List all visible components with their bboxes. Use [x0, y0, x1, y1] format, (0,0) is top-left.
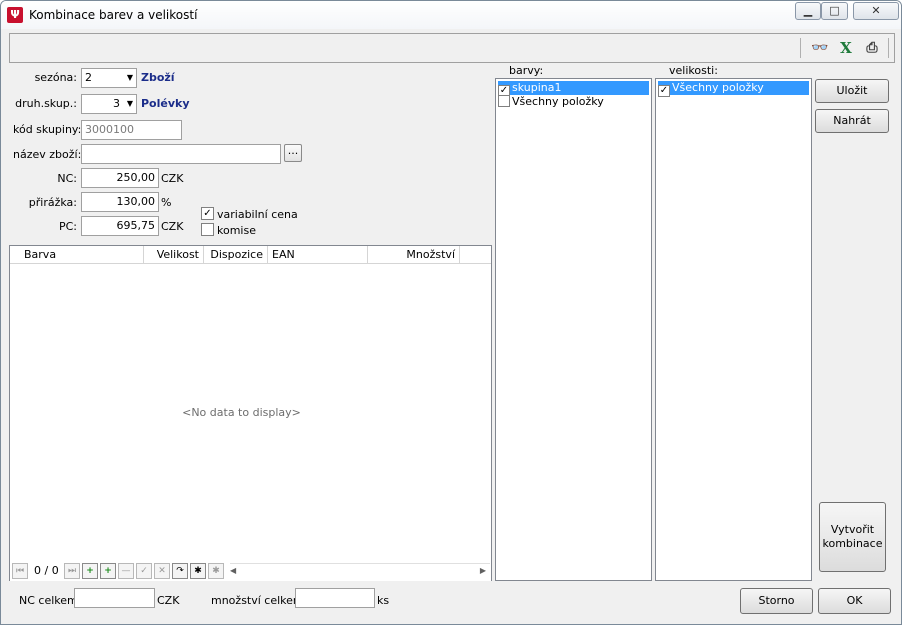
vytvorit-kombinace-button[interactable]: Vytvořit kombinace — [819, 502, 886, 572]
variabilni-checkbox[interactable]: ✓ — [201, 207, 214, 220]
dropdown-arrow-icon: ▼ — [126, 99, 133, 108]
kod-field[interactable]: 3000100 — [81, 120, 182, 140]
maximize-button[interactable]: □ — [821, 2, 848, 20]
velikosti-label: velikosti: — [669, 64, 718, 77]
prirazka-field[interactable]: 130,00 — [81, 192, 159, 212]
nc-celkem-label: NC celkem: — [19, 594, 82, 607]
sezona-label: sezóna: — [34, 71, 77, 84]
toolbar-separator — [800, 38, 801, 58]
window-title: Kombinace barev a velikostí — [29, 8, 198, 22]
dialog-window: Ψ Kombinace barev a velikostí ▁ □ ✕ 👓 X … — [0, 0, 902, 625]
komise-checkbox[interactable] — [201, 223, 214, 236]
last-record-icon[interactable]: ⏭ — [64, 563, 80, 579]
komise-label: komise — [217, 224, 256, 237]
storno-button[interactable]: Storno — [740, 588, 813, 614]
nahrat-button[interactable]: Nahrát — [815, 109, 889, 133]
variabilni-label: variabilní cena — [217, 208, 298, 221]
client-area: 👓 X ⎙ sezóna: 2 ▼ Zboží druh.skup.: 3 ▼ Po… — [7, 31, 897, 622]
ok-button[interactable]: OK — [818, 588, 891, 614]
column-mnozstvi[interactable]: Množství — [368, 246, 460, 264]
column-dispozice[interactable]: Dispozice — [204, 246, 268, 264]
asterisk-icon[interactable]: ✱ — [190, 563, 206, 579]
druh-combo[interactable]: 3 ▼ — [81, 94, 137, 114]
grid-header: Barva Velikost Dispozice EAN Množství — [10, 246, 491, 264]
mnozstvi-field[interactable] — [295, 588, 375, 608]
barvy-label: barvy: — [509, 64, 544, 77]
sezona-combo[interactable]: 2 ▼ — [81, 68, 137, 88]
velikosti-list[interactable]: ✓ Všechny položky — [655, 78, 812, 581]
pc-label: PC: — [58, 220, 77, 233]
refresh-icon[interactable]: ↷ — [172, 563, 188, 579]
nc-celkem-unit: CZK — [157, 594, 180, 607]
barvy-item[interactable]: ✓ skupina1 — [498, 81, 649, 97]
grid-navigator: ⏮ 0 / 0 ⏭ + + — ✓ ✕ ↷ ✱ ✱ ◀ ▶ — [10, 562, 491, 581]
prirazka-label: přirážka: — [28, 196, 77, 209]
druh-text: Polévky — [141, 97, 190, 110]
prirazka-unit: % — [161, 196, 172, 209]
mnozstvi-label: množství celkem: — [211, 594, 308, 607]
grid-empty-text: <No data to display> — [182, 406, 301, 419]
sezona-text: Zboží — [141, 71, 175, 84]
barvy-list[interactable]: ✓ skupina1 Všechny položky — [495, 78, 652, 581]
column-ean[interactable]: EAN — [268, 246, 368, 264]
close-button[interactable]: ✕ — [853, 2, 899, 20]
add-multiple-icon[interactable]: + — [100, 563, 116, 579]
checkbox[interactable]: ✓ — [658, 85, 670, 97]
barvy-item[interactable]: Všechny položky — [498, 95, 604, 109]
kod-label: kód skupiny: — [13, 123, 82, 136]
nc-celkem-field[interactable] — [74, 588, 155, 608]
druh-label: druh.skup.: — [15, 97, 77, 110]
fork-knife-icon: Ψ — [7, 7, 23, 23]
nc-field[interactable]: 250,00 — [81, 168, 159, 188]
toolbar: 👓 X ⎙ — [9, 33, 895, 63]
ulozit-button[interactable]: Uložit — [815, 79, 889, 103]
add-record-icon[interactable]: + — [82, 563, 98, 579]
printer-icon[interactable]: ⎙ — [862, 38, 882, 58]
binoculars-icon[interactable]: 👓 — [810, 38, 830, 58]
nc-unit: CZK — [161, 172, 184, 185]
dropdown-arrow-icon: ▼ — [126, 73, 133, 82]
delete-record-icon[interactable]: — — [118, 563, 134, 579]
nc-label: NC: — [57, 172, 77, 185]
horizontal-scrollbar[interactable]: ◀ ▶ — [230, 563, 490, 579]
title-bar: Ψ Kombinace barev a velikostí ▁ □ ✕ — [1, 1, 901, 29]
browse-button[interactable]: ... — [284, 144, 302, 162]
nazev-field[interactable] — [81, 144, 281, 164]
velikosti-item[interactable]: ✓ Všechny položky — [658, 81, 809, 97]
confirm-icon[interactable]: ✓ — [136, 563, 152, 579]
pc-field[interactable]: 695,75 — [81, 216, 159, 236]
scroll-right-icon[interactable]: ▶ — [480, 566, 486, 575]
column-velikost[interactable]: Velikost — [144, 246, 204, 264]
checkbox[interactable] — [498, 95, 510, 107]
scroll-left-icon[interactable]: ◀ — [230, 566, 236, 575]
column-barva[interactable]: Barva — [10, 246, 144, 264]
record-position: 0 / 0 — [34, 564, 59, 577]
cancel-icon[interactable]: ✕ — [154, 563, 170, 579]
toolbar-separator — [888, 38, 889, 58]
first-record-icon[interactable]: ⏮ — [12, 563, 28, 579]
pc-unit: CZK — [161, 220, 184, 233]
asterisk-disabled-icon[interactable]: ✱ — [208, 563, 224, 579]
mnozstvi-unit: ks — [377, 594, 390, 607]
nazev-label: název zboží: — [13, 148, 82, 161]
combinations-grid: Barva Velikost Dispozice EAN Množství <N… — [9, 245, 492, 581]
excel-icon[interactable]: X — [836, 38, 856, 58]
minimize-button[interactable]: ▁ — [795, 2, 821, 20]
